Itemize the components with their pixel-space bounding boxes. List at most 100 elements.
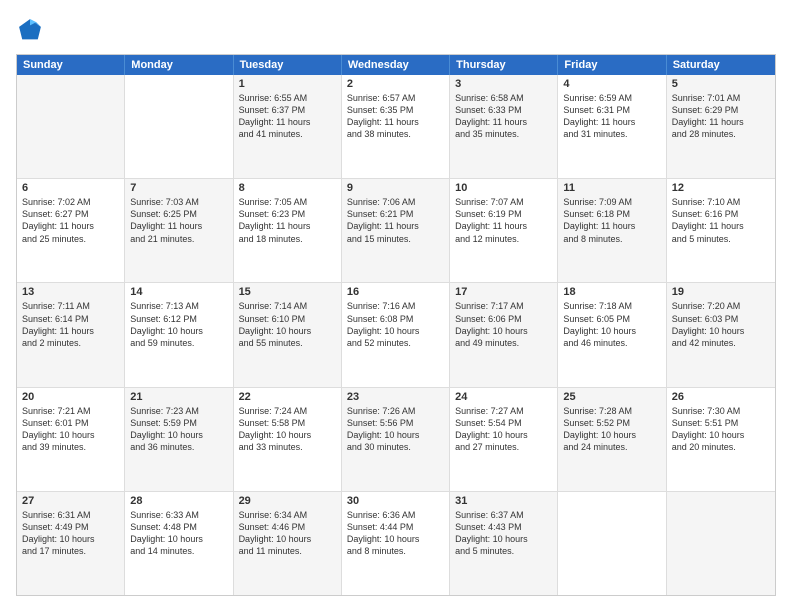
cell-line: and 41 minutes. (239, 128, 336, 140)
cell-line: Daylight: 10 hours (347, 429, 444, 441)
calendar-cell: 4Sunrise: 6:59 AMSunset: 6:31 PMDaylight… (558, 75, 666, 178)
cell-line: Daylight: 11 hours (563, 116, 660, 128)
calendar-cell: 5Sunrise: 7:01 AMSunset: 6:29 PMDaylight… (667, 75, 775, 178)
calendar-cell (558, 492, 666, 595)
cell-line: Sunset: 6:05 PM (563, 313, 660, 325)
cell-line: Sunrise: 7:01 AM (672, 92, 770, 104)
cell-line: Sunrise: 7:03 AM (130, 196, 227, 208)
cell-line: Daylight: 11 hours (455, 116, 552, 128)
cell-line: Daylight: 11 hours (563, 220, 660, 232)
weekday-header-wednesday: Wednesday (342, 55, 450, 75)
calendar-cell (17, 75, 125, 178)
cell-line: Sunset: 6:18 PM (563, 208, 660, 220)
cell-line: and 20 minutes. (672, 441, 770, 453)
cell-line: Daylight: 10 hours (672, 429, 770, 441)
cell-line: Sunrise: 6:55 AM (239, 92, 336, 104)
cell-line: and 59 minutes. (130, 337, 227, 349)
cell-line: Sunrise: 7:02 AM (22, 196, 119, 208)
cell-line: and 24 minutes. (563, 441, 660, 453)
calendar-cell: 10Sunrise: 7:07 AMSunset: 6:19 PMDayligh… (450, 179, 558, 282)
cell-line: Daylight: 10 hours (239, 325, 336, 337)
cell-line: Sunrise: 7:28 AM (563, 405, 660, 417)
cell-line: and 11 minutes. (239, 545, 336, 557)
cell-line: Sunset: 6:19 PM (455, 208, 552, 220)
day-number: 4 (563, 78, 660, 90)
cell-line: Daylight: 10 hours (239, 429, 336, 441)
cell-line: Daylight: 10 hours (347, 533, 444, 545)
cell-line: Sunrise: 7:05 AM (239, 196, 336, 208)
cell-line: Sunset: 6:16 PM (672, 208, 770, 220)
cell-line: and 33 minutes. (239, 441, 336, 453)
calendar-cell: 15Sunrise: 7:14 AMSunset: 6:10 PMDayligh… (234, 283, 342, 386)
cell-line: Sunset: 5:52 PM (563, 417, 660, 429)
cell-line: Sunset: 6:35 PM (347, 104, 444, 116)
calendar-body: 1Sunrise: 6:55 AMSunset: 6:37 PMDaylight… (17, 75, 775, 595)
calendar-cell: 22Sunrise: 7:24 AMSunset: 5:58 PMDayligh… (234, 388, 342, 491)
day-number: 11 (563, 182, 660, 194)
day-number: 7 (130, 182, 227, 194)
calendar-cell: 18Sunrise: 7:18 AMSunset: 6:05 PMDayligh… (558, 283, 666, 386)
cell-line: Sunrise: 6:57 AM (347, 92, 444, 104)
cell-line: and 14 minutes. (130, 545, 227, 557)
cell-line: Sunset: 4:48 PM (130, 521, 227, 533)
cell-line: Sunset: 6:31 PM (563, 104, 660, 116)
cell-line: Sunset: 6:25 PM (130, 208, 227, 220)
cell-line: and 35 minutes. (455, 128, 552, 140)
cell-line: Sunrise: 6:58 AM (455, 92, 552, 104)
cell-line: Sunrise: 7:18 AM (563, 300, 660, 312)
cell-line: Sunset: 6:37 PM (239, 104, 336, 116)
day-number: 16 (347, 286, 444, 298)
weekday-header-friday: Friday (558, 55, 666, 75)
cell-line: Daylight: 11 hours (347, 220, 444, 232)
calendar-cell: 27Sunrise: 6:31 AMSunset: 4:49 PMDayligh… (17, 492, 125, 595)
cell-line: Sunset: 4:44 PM (347, 521, 444, 533)
cell-line: Sunrise: 7:26 AM (347, 405, 444, 417)
cell-line: Sunset: 6:03 PM (672, 313, 770, 325)
cell-line: Sunrise: 7:27 AM (455, 405, 552, 417)
cell-line: Daylight: 10 hours (455, 533, 552, 545)
day-number: 2 (347, 78, 444, 90)
calendar-cell: 24Sunrise: 7:27 AMSunset: 5:54 PMDayligh… (450, 388, 558, 491)
cell-line: Daylight: 10 hours (563, 429, 660, 441)
calendar-cell: 7 Sunrise: 7:03 AMSunset: 6:25 PMDaylight… (125, 179, 233, 282)
calendar-cell: 29Sunrise: 6:34 AMSunset: 4:46 PMDayligh… (234, 492, 342, 595)
day-number: 22 (239, 391, 336, 403)
calendar-cell: 8Sunrise: 7:05 AMSunset: 6:23 PMDaylight… (234, 179, 342, 282)
cell-line: and 18 minutes. (239, 233, 336, 245)
cell-line: Sunrise: 7:17 AM (455, 300, 552, 312)
cell-line: and 8 minutes. (563, 233, 660, 245)
cell-line: Daylight: 10 hours (130, 533, 227, 545)
day-number: 10 (455, 182, 552, 194)
calendar-cell (667, 492, 775, 595)
cell-line: Sunrise: 6:31 AM (22, 509, 119, 521)
calendar-cell: 11Sunrise: 7:09 AMSunset: 6:18 PMDayligh… (558, 179, 666, 282)
cell-line: Daylight: 11 hours (130, 220, 227, 232)
day-number: 24 (455, 391, 552, 403)
day-number: 6 (22, 182, 119, 194)
cell-line: and 30 minutes. (347, 441, 444, 453)
day-number: 21 (130, 391, 227, 403)
header (16, 16, 776, 44)
logo-icon (16, 16, 44, 44)
cell-line: and 12 minutes. (455, 233, 552, 245)
cell-line: and 31 minutes. (563, 128, 660, 140)
cell-line: and 46 minutes. (563, 337, 660, 349)
cell-line: and 15 minutes. (347, 233, 444, 245)
calendar-cell: 6Sunrise: 7:02 AMSunset: 6:27 PMDaylight… (17, 179, 125, 282)
calendar-row-5: 27Sunrise: 6:31 AMSunset: 4:49 PMDayligh… (17, 491, 775, 595)
cell-line: Sunset: 4:43 PM (455, 521, 552, 533)
cell-line: Sunset: 6:08 PM (347, 313, 444, 325)
cell-line: Daylight: 10 hours (130, 429, 227, 441)
calendar-cell: 9Sunrise: 7:06 AMSunset: 6:21 PMDaylight… (342, 179, 450, 282)
calendar-cell: 2Sunrise: 6:57 AMSunset: 6:35 PMDaylight… (342, 75, 450, 178)
cell-line: Sunrise: 7:10 AM (672, 196, 770, 208)
cell-line: Sunset: 4:46 PM (239, 521, 336, 533)
day-number: 19 (672, 286, 770, 298)
weekday-header-tuesday: Tuesday (234, 55, 342, 75)
day-number: 23 (347, 391, 444, 403)
calendar-cell: 19Sunrise: 7:20 AMSunset: 6:03 PMDayligh… (667, 283, 775, 386)
calendar-row-3: 13Sunrise: 7:11 AMSunset: 6:14 PMDayligh… (17, 282, 775, 386)
cell-line: Sunset: 5:54 PM (455, 417, 552, 429)
cell-line: Sunset: 5:51 PM (672, 417, 770, 429)
calendar-cell: 1Sunrise: 6:55 AMSunset: 6:37 PMDaylight… (234, 75, 342, 178)
